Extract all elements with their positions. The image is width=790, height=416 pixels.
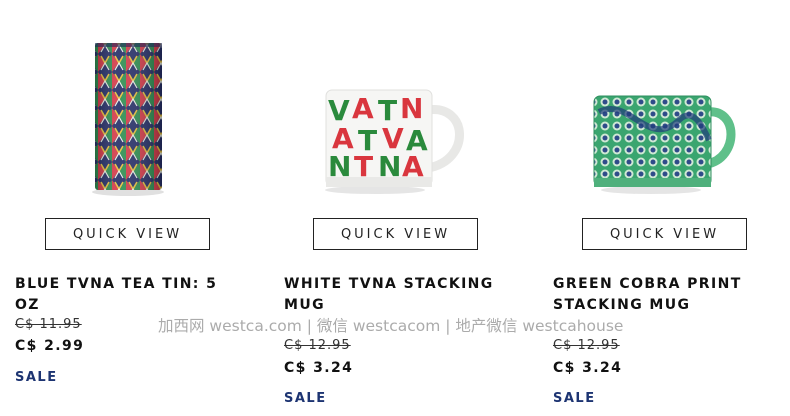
svg-text:A: A (402, 150, 424, 183)
white-mug-illustration: V A T N A T V A N T N A (325, 89, 464, 194)
svg-text:N: N (328, 150, 351, 183)
white-mug-image[interactable]: V A T N A T V A N T N A (270, 0, 510, 205)
green-mug-image[interactable] (539, 0, 779, 205)
quick-view-button[interactable]: QUICK VIEW (582, 218, 747, 250)
product-name[interactable]: WHITE TVNA STACKING MUG (284, 274, 514, 316)
svg-text:N: N (400, 92, 423, 125)
sale-price: C$ 3.24 (553, 360, 623, 376)
svg-text:N: N (378, 150, 401, 183)
sale-price: C$ 2.99 (15, 338, 85, 354)
svg-text:T: T (354, 150, 373, 183)
tea-tin-illustration (92, 43, 164, 196)
sale-badge: SALE (284, 391, 327, 406)
tea-tin-image[interactable] (0, 0, 240, 205)
sale-badge: SALE (553, 391, 596, 406)
watermark-text: 加西网 westca.com | 微信 westcacom | 地产微信 wes… (158, 317, 624, 335)
original-price: C$ 12.95 (553, 338, 620, 353)
green-mug-illustration (593, 95, 736, 194)
original-price: C$ 12.95 (284, 338, 351, 353)
sale-price: C$ 3.24 (284, 360, 354, 376)
sale-badge: SALE (15, 370, 58, 385)
product-name[interactable]: BLUE TVNA TEA TIN: 5 OZ (15, 274, 245, 316)
original-price: C$ 11.95 (15, 317, 82, 332)
product-name[interactable]: GREEN COBRA PRINT STACKING MUG (553, 274, 783, 316)
quick-view-button[interactable]: QUICK VIEW (313, 218, 478, 250)
svg-text:A: A (352, 92, 374, 125)
quick-view-button[interactable]: QUICK VIEW (45, 218, 210, 250)
